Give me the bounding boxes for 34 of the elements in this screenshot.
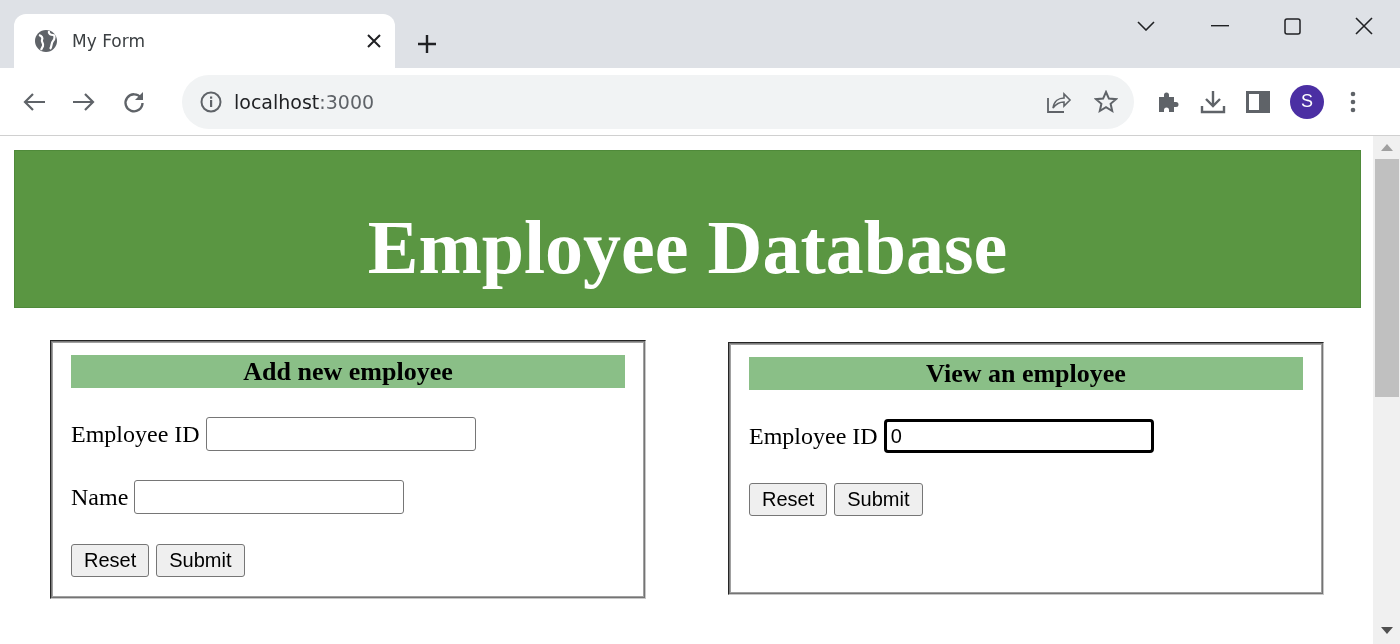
browser-tab[interactable]: My Form: [14, 14, 395, 68]
maximize-icon[interactable]: [1283, 17, 1301, 35]
bookmark-star-button[interactable]: [1094, 89, 1118, 114]
close-window-icon[interactable]: [1355, 17, 1373, 35]
new-tab-button[interactable]: [417, 34, 437, 54]
field-label: Employee ID: [749, 422, 878, 450]
field-label: Employee ID: [71, 420, 200, 448]
info-icon[interactable]: [200, 90, 222, 113]
tab-title: My Form: [72, 31, 146, 51]
globe-icon: [34, 29, 58, 53]
share-button[interactable]: [1046, 89, 1072, 114]
close-icon[interactable]: [367, 34, 381, 48]
side-panel-button[interactable]: [1246, 90, 1270, 113]
form-button[interactable]: Submit: [834, 483, 923, 516]
field-label: Name: [71, 483, 129, 511]
form-button[interactable]: Submit: [156, 544, 245, 577]
input-field[interactable]: [134, 480, 405, 514]
forward-arrow-icon[interactable]: [72, 91, 96, 112]
form-heading: Add new employee: [71, 355, 625, 388]
minimize-icon[interactable]: [1211, 25, 1229, 27]
back-arrow-icon[interactable]: [22, 91, 46, 112]
address-bar[interactable]: localhost:3000: [182, 74, 1134, 129]
url-text: localhost:3000: [234, 90, 376, 113]
form-button[interactable]: Reset: [71, 544, 150, 577]
chevron-down-icon[interactable]: [1137, 21, 1155, 31]
input-field[interactable]: [205, 417, 476, 451]
input-field[interactable]: 0: [883, 419, 1154, 453]
menu-icon[interactable]: [1350, 90, 1356, 113]
scroll-down-icon[interactable]: [1380, 627, 1393, 634]
form-button[interactable]: Reset: [749, 483, 828, 516]
download-button[interactable]: [1200, 88, 1226, 115]
scrollbar-thumb[interactable]: [1374, 159, 1399, 397]
form-heading: View an employee: [749, 357, 1303, 390]
profile-avatar[interactable]: S: [1290, 84, 1324, 119]
